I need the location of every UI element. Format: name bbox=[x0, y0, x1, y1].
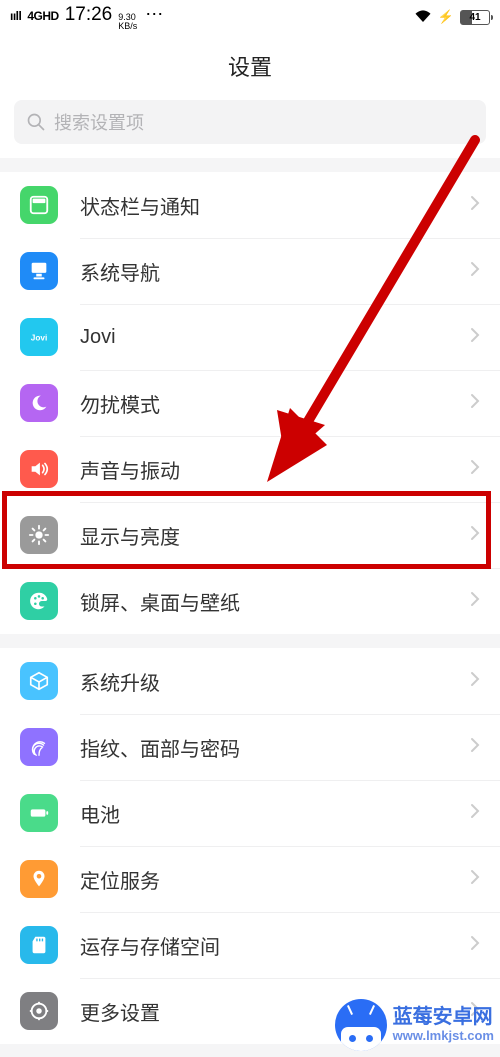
item-label: 运存与存储空间 bbox=[80, 931, 448, 960]
chevron-right-icon bbox=[470, 327, 480, 348]
item-status-notifications[interactable]: 状态栏与通知 bbox=[0, 172, 500, 238]
item-label: 系统导航 bbox=[80, 257, 448, 286]
item-ram-storage[interactable]: 运存与存储空间 bbox=[0, 912, 500, 978]
search-icon bbox=[26, 112, 46, 132]
network-label: 4GHD bbox=[27, 9, 58, 23]
watermark-url: www.lmkjst.com bbox=[393, 1029, 494, 1044]
svg-text:Jovi: Jovi bbox=[31, 334, 48, 343]
charging-icon: ⚡ bbox=[438, 9, 454, 25]
signal-icon: ııll bbox=[10, 9, 21, 23]
page-title: 设置 bbox=[0, 34, 500, 100]
item-label: 指纹、面部与密码 bbox=[80, 733, 448, 762]
item-label: 系统升级 bbox=[80, 667, 448, 696]
gear-icon bbox=[20, 992, 58, 1030]
watermark-title: 蓝莓安卓网 bbox=[393, 1006, 494, 1029]
item-location-services[interactable]: 定位服务 bbox=[0, 846, 500, 912]
chevron-right-icon bbox=[470, 195, 480, 216]
item-system-navigation[interactable]: 系统导航 bbox=[0, 238, 500, 304]
item-label: 状态栏与通知 bbox=[80, 191, 448, 220]
item-label: 电池 bbox=[80, 799, 448, 828]
fingerprint-icon bbox=[20, 728, 58, 766]
battery-icon bbox=[20, 794, 58, 832]
chevron-right-icon bbox=[470, 525, 480, 546]
item-system-update[interactable]: 系统升级 bbox=[0, 648, 500, 714]
watermark-logo-icon bbox=[335, 999, 387, 1051]
cube-icon bbox=[20, 662, 58, 700]
battery-icon: 41 bbox=[460, 10, 490, 25]
battery-percent: 41 bbox=[461, 12, 489, 23]
item-do-not-disturb[interactable]: 勿扰模式 bbox=[0, 370, 500, 436]
item-label: 定位服务 bbox=[80, 865, 448, 894]
settings-group-2: 系统升级 指纹、面部与密码 电池 定位服务 运存与存储空间 更多设置 bbox=[0, 648, 500, 1044]
brightness-icon bbox=[20, 516, 58, 554]
chevron-right-icon bbox=[470, 393, 480, 414]
item-label: 声音与振动 bbox=[80, 455, 448, 484]
chevron-right-icon bbox=[470, 935, 480, 956]
settings-group-1: 状态栏与通知 系统导航 Jovi Jovi 勿扰模式 声音与振动 显示与 bbox=[0, 172, 500, 634]
more-icon: ⋯ bbox=[145, 9, 162, 19]
item-label: 锁屏、桌面与壁纸 bbox=[80, 587, 448, 616]
watermark: 蓝莓安卓网 www.lmkjst.com bbox=[335, 999, 494, 1051]
jovi-icon: Jovi bbox=[20, 318, 58, 356]
chevron-right-icon bbox=[470, 671, 480, 692]
item-label: 勿扰模式 bbox=[80, 389, 448, 418]
chevron-right-icon bbox=[470, 591, 480, 612]
item-label: 显示与亮度 bbox=[80, 521, 448, 550]
chevron-right-icon bbox=[470, 869, 480, 890]
palette-icon bbox=[20, 582, 58, 620]
net-speed-unit: KB/s bbox=[118, 22, 137, 31]
chevron-right-icon bbox=[470, 737, 480, 758]
sd-card-icon bbox=[20, 926, 58, 964]
chevron-right-icon bbox=[470, 459, 480, 480]
item-lockscreen-wallpaper[interactable]: 锁屏、桌面与壁纸 bbox=[0, 568, 500, 634]
chevron-right-icon bbox=[470, 803, 480, 824]
search-input[interactable]: 搜索设置项 bbox=[14, 100, 486, 144]
status-bar: ııll 4GHD 17:26 9.30 KB/s ⋯ ⚡ 41 bbox=[0, 0, 500, 34]
status-time: 17:26 bbox=[65, 4, 113, 26]
chevron-right-icon bbox=[470, 261, 480, 282]
item-battery[interactable]: 电池 bbox=[0, 780, 500, 846]
navigation-icon bbox=[20, 252, 58, 290]
wifi-icon bbox=[414, 9, 432, 26]
location-pin-icon bbox=[20, 860, 58, 898]
item-jovi[interactable]: Jovi Jovi bbox=[0, 304, 500, 370]
item-display-brightness[interactable]: 显示与亮度 bbox=[0, 502, 500, 568]
item-sound-vibration[interactable]: 声音与振动 bbox=[0, 436, 500, 502]
speaker-icon bbox=[20, 450, 58, 488]
moon-icon bbox=[20, 384, 58, 422]
item-biometrics-password[interactable]: 指纹、面部与密码 bbox=[0, 714, 500, 780]
item-label: Jovi bbox=[80, 326, 448, 349]
search-placeholder: 搜索设置项 bbox=[54, 109, 144, 135]
status-bar-icon bbox=[20, 186, 58, 224]
